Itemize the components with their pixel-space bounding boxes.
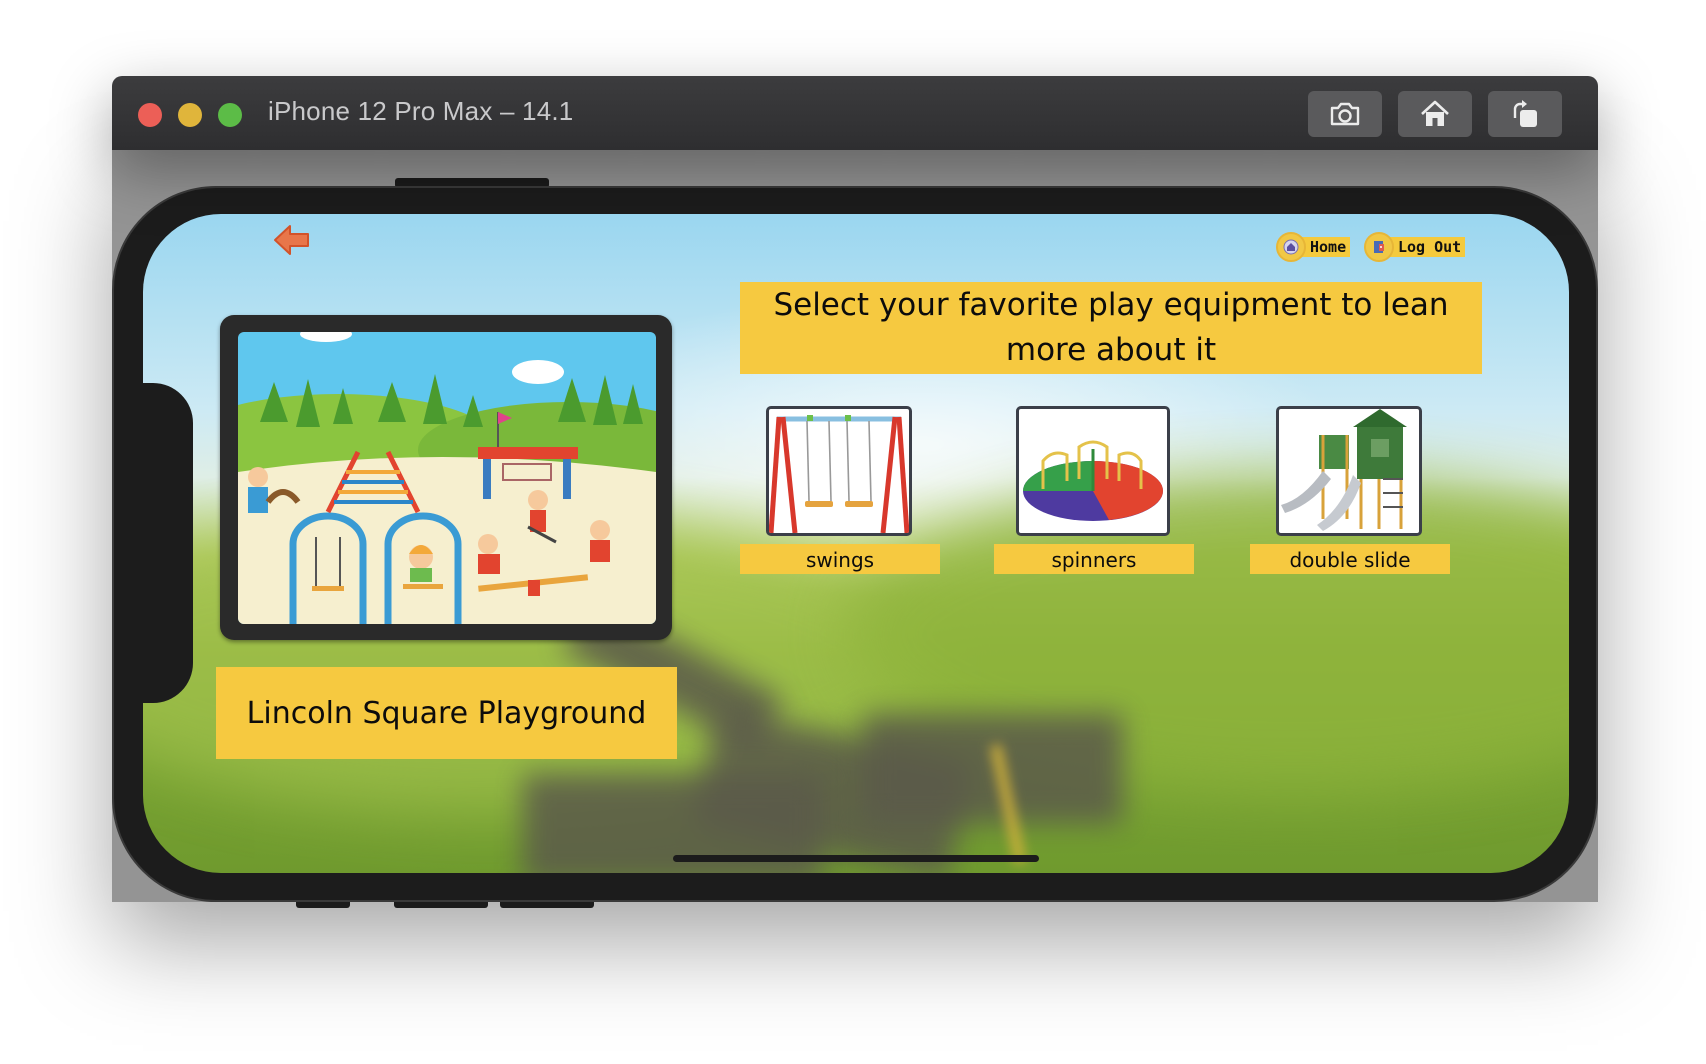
- instruction-heading-text: Select your favorite play equipment to l…: [773, 287, 1449, 368]
- home-nav-label: Home: [1302, 237, 1351, 257]
- double-slide-image: [1276, 406, 1422, 536]
- home-indicator[interactable]: [673, 855, 1039, 862]
- equipment-label: spinners: [994, 544, 1194, 574]
- minimize-window-button[interactable]: [178, 103, 202, 127]
- playground-name: Lincoln Square Playground: [246, 695, 647, 731]
- spinners-image: [1016, 406, 1170, 536]
- camera-icon: [1330, 102, 1360, 126]
- simulator-title-bar: iPhone 12 Pro Max – 14.1: [112, 76, 1598, 150]
- close-window-button[interactable]: [138, 103, 162, 127]
- logout-nav-label: Log Out: [1390, 237, 1466, 257]
- house-icon: [1276, 232, 1306, 262]
- zoom-window-button[interactable]: [218, 103, 242, 127]
- playground-preview-tablet: [220, 315, 672, 640]
- playground-illustration: [238, 332, 656, 624]
- window-title: iPhone 12 Pro Max – 14.1: [268, 96, 574, 126]
- door-icon: [1364, 232, 1394, 262]
- instruction-heading: Select your favorite play equipment to l…: [740, 282, 1482, 374]
- equipment-label: double slide: [1250, 544, 1450, 574]
- back-arrow-icon[interactable]: [272, 220, 312, 260]
- device-notch: [143, 383, 193, 703]
- home-nav-button[interactable]: Home: [1276, 232, 1351, 262]
- rotate-icon: [1513, 100, 1537, 127]
- screenshot-button[interactable]: [1308, 91, 1382, 137]
- logout-nav-button[interactable]: Log Out: [1364, 232, 1466, 262]
- home-icon: [1421, 100, 1449, 126]
- playground-name-box: Lincoln Square Playground: [216, 667, 677, 759]
- home-hardware-button[interactable]: [1398, 91, 1472, 137]
- equipment-label: swings: [740, 544, 940, 574]
- swings-image: [766, 406, 912, 536]
- rotate-button[interactable]: [1488, 91, 1562, 137]
